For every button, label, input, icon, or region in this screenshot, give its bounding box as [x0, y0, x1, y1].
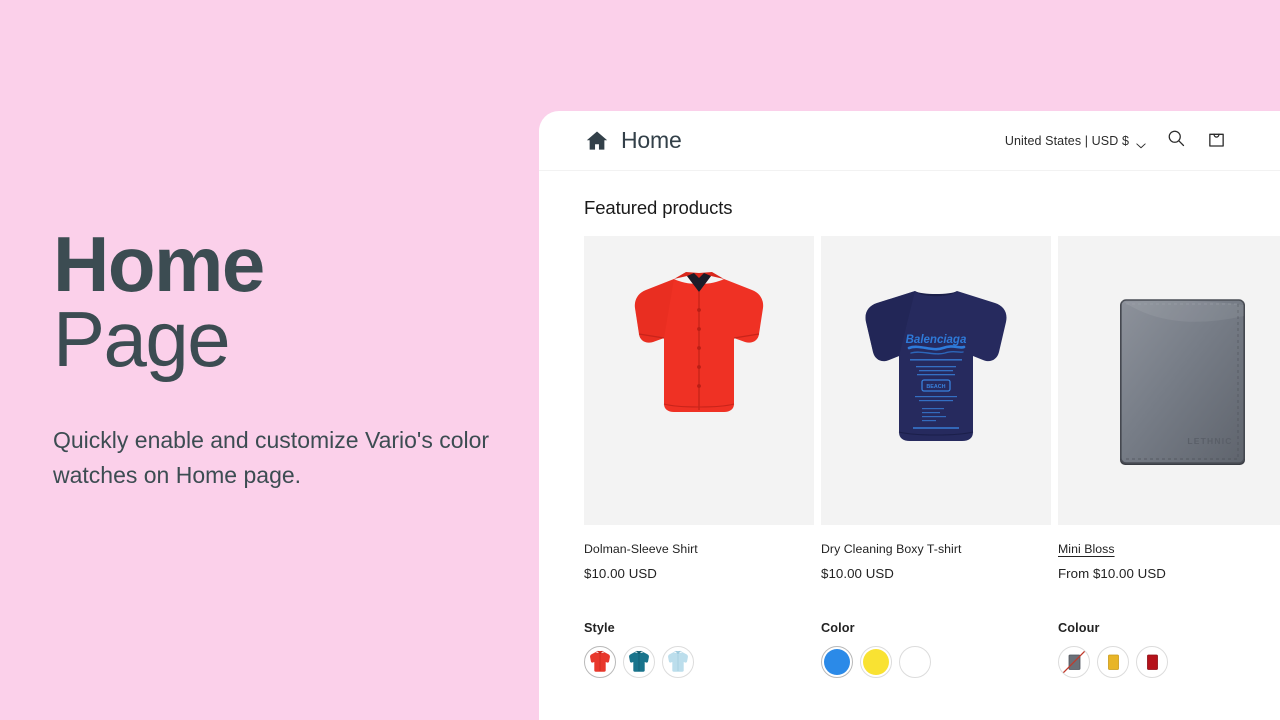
storefront-body: Featured products Dolman-Sleeve Shirt $1…: [539, 171, 1280, 678]
product-option-group: Colour: [1058, 621, 1280, 678]
red-shirt-swatch[interactable]: [584, 646, 616, 678]
product-image[interactable]: [584, 236, 814, 525]
header-actions: United States | USD $: [995, 121, 1236, 161]
white-color-swatch[interactable]: [899, 646, 931, 678]
page-title: Home Page: [53, 220, 500, 384]
blue-color-swatch[interactable]: [821, 646, 853, 678]
product-image[interactable]: LETHNIC: [1058, 236, 1280, 525]
home-icon: [584, 128, 610, 154]
red-wallet-swatch[interactable]: [1136, 646, 1168, 678]
product-card: LETHNIC Mini Bloss From $10.00 USD Colou…: [1058, 236, 1280, 678]
svg-text:Balenciaga: Balenciaga: [906, 334, 967, 346]
option-label: Style: [584, 621, 615, 635]
brand-name: Home: [621, 127, 682, 153]
svg-text:BEACH: BEACH: [926, 384, 945, 390]
hero-panel: Home Page Quickly enable and customize V…: [0, 0, 540, 720]
product-card: Dolman-Sleeve Shirt $10.00 USD Style: [584, 236, 814, 678]
product-option-group: Color: [821, 621, 1051, 678]
light-blue-shirt-swatch[interactable]: [662, 646, 694, 678]
product-grid: Dolman-Sleeve Shirt $10.00 USD Style Bal…: [539, 236, 1280, 678]
cart-button[interactable]: [1196, 121, 1236, 161]
product-title[interactable]: Dry Cleaning Boxy T-shirt: [821, 542, 1051, 556]
option-label: Color: [821, 621, 855, 635]
product-price: $10.00 USD: [821, 566, 894, 581]
teal-shirt-swatch[interactable]: [623, 646, 655, 678]
yellow-wallet-swatch[interactable]: [1097, 646, 1129, 678]
option-swatch-row: [584, 646, 814, 678]
gray-wallet-swatch[interactable]: [1058, 646, 1090, 678]
chevron-down-icon: [1136, 138, 1146, 148]
product-card: Balenciaga BEACH Dry Cleaning Boxy T-shi…: [821, 236, 1051, 678]
product-title[interactable]: Mini Bloss: [1058, 542, 1280, 556]
hero-subtitle: Quickly enable and customize Vario's col…: [53, 426, 490, 488]
brand-link[interactable]: Home: [584, 127, 682, 154]
screenshot-root: Home Page Quickly enable and customize V…: [0, 0, 1280, 720]
locale-label: United States | USD $: [1004, 133, 1129, 148]
product-image[interactable]: Balenciaga BEACH: [821, 236, 1051, 525]
svg-text:LETHNIC: LETHNIC: [1187, 436, 1232, 446]
option-swatch-row: [821, 646, 1051, 678]
product-price: From $10.00 USD: [1058, 566, 1166, 581]
product-title[interactable]: Dolman-Sleeve Shirt: [584, 542, 814, 556]
page-title-line-2: Page: [53, 295, 231, 384]
storefront-preview-panel: Home United States | USD $ Featured prod…: [539, 111, 1280, 720]
cart-icon: [1206, 128, 1227, 154]
option-swatch-row: [1058, 646, 1280, 678]
section-title: Featured products: [584, 197, 733, 218]
option-label: Colour: [1058, 621, 1100, 635]
site-header: Home United States | USD $: [539, 111, 1280, 171]
locale-selector[interactable]: United States | USD $: [995, 126, 1156, 156]
page-title-line-1: Home: [53, 220, 265, 309]
search-icon: [1166, 128, 1186, 153]
product-option-group: Style: [584, 621, 814, 678]
yellow-color-swatch[interactable]: [860, 646, 892, 678]
product-price: $10.00 USD: [584, 566, 657, 581]
search-button[interactable]: [1156, 121, 1196, 161]
